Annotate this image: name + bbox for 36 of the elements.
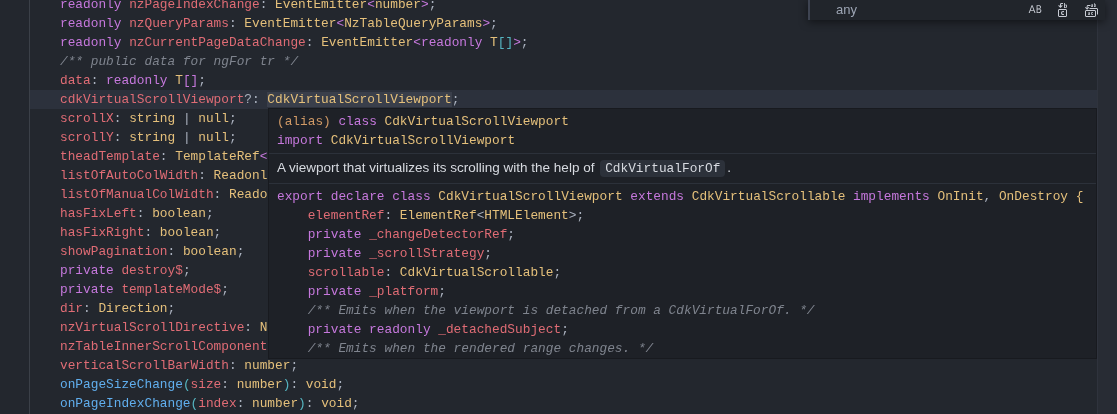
replace-all-icon[interactable]	[1083, 2, 1099, 18]
code-line: dir: Direction;	[60, 300, 176, 318]
code-line: hasFixRight: boolean;	[60, 224, 222, 242]
code-line: onPageIndexChange(index: number): void;	[60, 395, 360, 413]
code-line: /** Emits when the rendered range changes. */	[307, 340, 654, 358]
code-line: listOfAutoColWidth: Readonl	[60, 167, 268, 185]
code-line: private destroy$;	[60, 262, 191, 280]
code-line: cdkVirtualScrollViewport?: CdkVirtualScrollViewport;	[60, 91, 460, 109]
code-line: private _changeDetectorRef;	[307, 226, 516, 244]
code-line: showPagination: boolean;	[60, 243, 245, 261]
signature-line: (alias) class CdkVirtualScrollViewport	[277, 113, 569, 131]
code-line: listOfManualColWidth: Reado	[60, 186, 268, 204]
code-line: readonly nzCurrentPageDataChange: EventEmitter<readonly T[]>;	[60, 34, 529, 52]
code-line: private readonly _detachedSubject;	[307, 321, 569, 339]
scrollbar[interactable]	[1097, 0, 1117, 414]
code-line: theadTemplate: TemplateRef<	[60, 148, 268, 166]
code-line: export declare class CdkVirtualScrollViewport extends CdkVirtualScrollable implements OnInit, OnDestroy {	[277, 188, 1084, 206]
code-line: /** Emits when the viewport is detached from a CdkVirtualForOf. */	[307, 302, 815, 320]
code-line: /** public data for ngFor tr */	[60, 53, 299, 71]
code-line: private _scrollStrategy;	[307, 245, 492, 263]
code-line: nzTableInnerScrollComponent	[60, 338, 268, 356]
code-line: private _platform;	[307, 283, 446, 301]
code-line: elementRef: ElementRef<HTMLElement>;	[307, 207, 585, 225]
code-line: private templateMode$;	[60, 281, 229, 299]
code-line: data: readonly T[];	[60, 72, 206, 90]
code-line: scrollX: string | null;	[60, 110, 237, 128]
code-line: hasFixLeft: boolean;	[60, 205, 214, 223]
code-line: verticalScrollBarWidth: number;	[60, 357, 299, 375]
replace-input[interactable]: any	[818, 0, 1021, 20]
code-line: readonly nzQueryParams: EventEmitter<NzTableQueryParams>;	[60, 15, 498, 33]
signature-line: import CdkVirtualScrollViewport	[277, 132, 516, 150]
code-line: scrollY: string | null;	[60, 129, 237, 147]
code-line: onPageSizeChange(size: number): void;	[60, 376, 345, 394]
hover-description: A viewport that virtualizes its scrolling with the help of CdkVirtualForOf .	[277, 159, 732, 178]
code-line: nzVirtualScrollDirective: N	[60, 319, 268, 337]
code-line: scrollable: CdkVirtualScrollable;	[307, 264, 562, 282]
